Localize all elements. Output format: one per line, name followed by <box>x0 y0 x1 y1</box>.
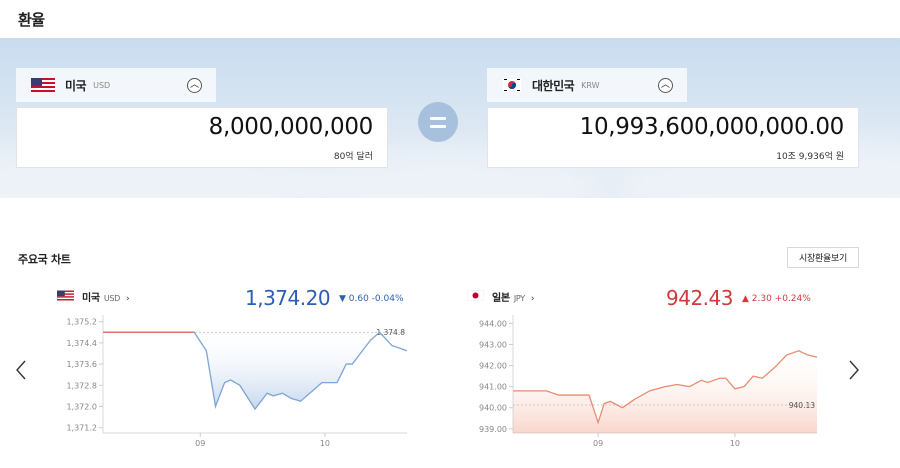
jpy-y-tick-label: 944.00 <box>479 319 507 328</box>
chevron-left-icon[interactable] <box>15 360 27 380</box>
to-amount-value[interactable]: 10,993,600,000,000.00 <box>580 114 845 140</box>
jpy-y-tick-label: 941.00 <box>479 383 507 392</box>
chevron-right-icon: › <box>530 294 535 304</box>
usd-y-tick-label: 1,373.6 <box>66 360 97 369</box>
currency-converter: 미국 USD ︿ 8,000,000,000 80억 달러 대한민국 KRW ︿… <box>0 38 900 198</box>
from-amount-value[interactable]: 8,000,000,000 <box>209 114 374 140</box>
jpy-change: ▲ 2.30 +0.24% <box>742 294 811 304</box>
jpy-area-fill <box>513 350 817 433</box>
jpy-country-name: 일본 <box>492 293 510 304</box>
market-rate-button[interactable]: 시장환율보기 <box>787 247 859 268</box>
usd-y-tick-label: 1,372.0 <box>66 402 97 411</box>
usd-x-tick-label: 09 <box>195 439 205 448</box>
from-amount-field[interactable]: 8,000,000,000 80억 달러 <box>16 107 388 168</box>
usd-price: 1,374.20 <box>245 286 331 310</box>
jpy-chart-header: 일본 JPY › 942.43 ▲ 2.30 +0.24% <box>455 280 825 313</box>
us-flag-icon <box>57 290 74 301</box>
chevron-up-icon[interactable]: ︿ <box>658 78 673 93</box>
chevron-right-icon[interactable] <box>848 360 860 380</box>
jp-flag-icon <box>467 290 484 301</box>
usd-y-tick-label: 1,374.4 <box>66 339 97 348</box>
usd-y-tick-label: 1,375.2 <box>66 318 97 327</box>
chevron-right-icon: › <box>126 294 130 304</box>
us-flag-icon <box>31 78 55 92</box>
jpy-x-tick-label: 09 <box>593 439 603 448</box>
jpy-y-tick-label: 943.00 <box>479 341 507 350</box>
usd-country-name: 미국 <box>82 293 100 304</box>
usd-change: ▼ 0.60 -0.04% <box>339 294 404 304</box>
kr-flag-icon <box>502 77 522 93</box>
from-amount-words: 80억 달러 <box>333 152 373 162</box>
usd-area-chart[interactable]: 1,375.2 1,374.4 1,373.6 1,372.8 1,372.0 1,371… <box>45 313 415 468</box>
usd-chart-title-link[interactable]: 미국 USD › <box>82 289 130 304</box>
jpy-price: 942.43 <box>666 286 733 310</box>
from-currency-selector[interactable]: 미국 USD ︿ <box>16 68 216 102</box>
jpy-chart-panel[interactable]: 일본 JPY › 942.43 ▲ 2.30 +0.24% 944.00 943.00… <box>455 280 825 468</box>
to-currency-selector[interactable]: 대한민국 KRW ︿ <box>487 68 687 102</box>
usd-chart-panel[interactable]: 미국 USD › 1,374.20 ▼ 0.60 -0.04% 1,375.2 1,3… <box>45 280 415 468</box>
from-country-name: 미국 <box>65 78 87 93</box>
jpy-y-tick-label: 939.00 <box>479 425 507 434</box>
usd-y-tick-label: 1,371.2 <box>66 424 97 433</box>
usd-code: USD <box>103 294 121 303</box>
usd-y-tick-label: 1,372.8 <box>66 381 97 390</box>
jpy-baseline-label: 940.13 <box>789 401 815 410</box>
to-amount-words: 10조 9,936억 원 <box>776 152 844 162</box>
jpy-y-tick-label: 940.00 <box>479 404 507 413</box>
equals-icon <box>418 102 458 142</box>
chevron-up-icon[interactable]: ︿ <box>187 78 202 93</box>
to-amount-field[interactable]: 10,993,600,000,000.00 10조 9,936억 원 <box>487 107 859 168</box>
usd-x-tick-label: 10 <box>320 439 330 448</box>
usd-area-fill <box>103 332 407 410</box>
jpy-x-tick-label: 10 <box>730 439 740 448</box>
jpy-y-tick-label: 942.00 <box>479 362 507 371</box>
from-currency-code: USD <box>93 80 111 90</box>
to-currency-code: KRW <box>581 80 600 90</box>
to-country-name: 대한민국 <box>532 78 575 93</box>
usd-chart-header: 미국 USD › 1,374.20 ▼ 0.60 -0.04% <box>45 280 415 313</box>
jpy-code: JPY <box>513 294 525 303</box>
jpy-area-chart[interactable]: 944.00 943.00 942.00 941.00 940.00 939.00 09 10… <box>455 313 825 468</box>
charts-section-title: 주요국 차트 <box>18 253 71 266</box>
page-title: 환율 <box>18 11 45 29</box>
jpy-chart-title-link[interactable]: 일본 JPY › <box>492 289 534 304</box>
